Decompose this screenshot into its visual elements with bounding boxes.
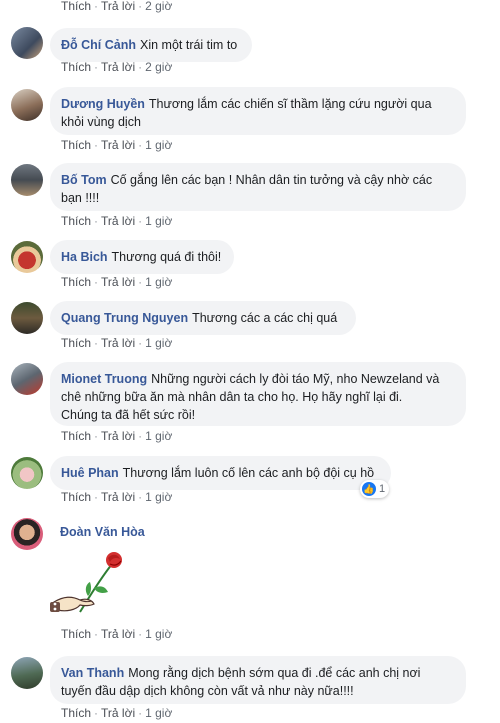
comment-time[interactable]: 1 giờ — [145, 336, 172, 350]
comment-time[interactable]: 1 giờ — [145, 627, 172, 641]
separator: · — [138, 490, 143, 504]
separator: · — [94, 138, 99, 152]
comment-author[interactable]: Đoàn Văn Hòa — [60, 525, 145, 539]
comment-author[interactable]: Ha Bich — [61, 250, 108, 264]
comment-text: Xin một trái tim to — [140, 38, 238, 52]
avatar[interactable] — [11, 241, 43, 273]
comment-bubble: Ha Bich Thương quá đi thôi! — [50, 240, 234, 274]
comment-actions: Thích · Trả lời · 1 giờ — [61, 213, 172, 229]
reply-link[interactable]: Trả lời — [101, 275, 135, 289]
separator: · — [94, 627, 99, 641]
like-link[interactable]: Thích — [61, 214, 91, 228]
separator: · — [138, 0, 143, 13]
comment-bubble: Huê Phan Thương lắm luôn cố lên các anh b… — [50, 456, 391, 490]
separator: · — [138, 627, 143, 641]
comment-text: Thương các a các chị quá — [192, 311, 338, 325]
separator: · — [138, 214, 143, 228]
comment-bubble: Mionet Truong Những người cách ly đòi táo… — [50, 362, 466, 426]
like-icon: 👍 — [362, 482, 376, 496]
comment-bubble: Đỗ Chí Cảnh Xin một trái tim to — [50, 28, 252, 62]
comment-text: Thương lắm luôn cố lên các anh bộ đội cụ… — [122, 466, 375, 480]
comment-bubble: Bố Tom Cố gắng lên các bạn ! Nhân dân tin… — [50, 163, 466, 211]
avatar[interactable] — [11, 302, 43, 334]
like-link[interactable]: Thích — [61, 336, 91, 350]
comment-author[interactable]: Huê Phan — [61, 466, 119, 480]
comment-time[interactable]: 2 giờ — [145, 0, 172, 13]
comment-time[interactable]: 1 giờ — [145, 214, 172, 228]
comment-actions: Thích · Trả lời · 1 giờ — [61, 626, 172, 642]
comment-bubble: Dương Huyền Thương lắm các chiến sĩ thầm … — [50, 87, 466, 135]
comment-author[interactable]: Mionet Truong — [61, 372, 147, 386]
like-link[interactable]: Thích — [61, 0, 91, 13]
reaction-count-badge[interactable]: 👍 1 — [360, 480, 390, 498]
comment-bubble: Van Thanh Mong rằng dịch bệnh sớm qua đi … — [50, 656, 466, 704]
separator: · — [94, 490, 99, 504]
reply-link[interactable]: Trả lời — [101, 627, 135, 641]
comment-time[interactable]: 1 giờ — [145, 706, 172, 720]
reply-link[interactable]: Trả lời — [101, 138, 135, 152]
comment-time[interactable]: 1 giờ — [145, 138, 172, 152]
avatar[interactable] — [11, 518, 43, 550]
comment-text: Cố gắng lên các bạn ! Nhân dân tin tưởng… — [61, 173, 433, 205]
avatar[interactable] — [11, 457, 43, 489]
rose-icon — [50, 552, 122, 613]
comment-actions: Thích · Trả lời · 2 giờ — [61, 59, 172, 75]
avatar[interactable] — [11, 363, 43, 395]
separator: · — [138, 275, 143, 289]
comment-author[interactable]: Đỗ Chí Cảnh — [61, 38, 136, 52]
comment-author[interactable]: Van Thanh — [61, 666, 124, 680]
comment-actions: Thích · Trả lời · 1 giờ — [61, 335, 172, 351]
hand-holding-rose-sticker — [50, 544, 130, 627]
separator: · — [94, 214, 99, 228]
like-link[interactable]: Thích — [61, 138, 91, 152]
avatar[interactable] — [11, 164, 43, 196]
comment-actions: Thích · Trả lời · 1 giờ — [61, 137, 172, 153]
like-link[interactable]: Thích — [61, 706, 91, 720]
like-link[interactable]: Thích — [61, 60, 91, 74]
comment-bubble: Quang Trung Nguyen Thương các a các chị q… — [50, 301, 356, 335]
avatar[interactable] — [11, 89, 43, 121]
reply-link[interactable]: Trả lời — [101, 0, 135, 13]
separator: · — [138, 336, 143, 350]
comment-actions: Thích · Trả lời · 1 giờ — [61, 428, 172, 444]
comment-author[interactable]: Dương Huyền — [61, 97, 145, 111]
like-link[interactable]: Thích — [61, 429, 91, 443]
like-link[interactable]: Thích — [61, 490, 91, 504]
separator: · — [94, 429, 99, 443]
comment-text: Thương quá đi thôi! — [111, 250, 222, 264]
separator: · — [94, 0, 99, 13]
separator: · — [94, 275, 99, 289]
separator: · — [138, 706, 143, 720]
comment-author[interactable]: Quang Trung Nguyen — [61, 311, 188, 325]
separator: · — [138, 60, 143, 74]
comment-author[interactable]: Bố Tom — [61, 173, 107, 187]
reply-link[interactable]: Trả lời — [101, 336, 135, 350]
comment-actions: Thích · Trả lời · 1 giờ — [61, 274, 172, 290]
reply-link[interactable]: Trả lời — [101, 706, 135, 720]
reply-link[interactable]: Trả lời — [101, 60, 135, 74]
reply-link[interactable]: Trả lời — [101, 214, 135, 228]
like-link[interactable]: Thích — [61, 275, 91, 289]
separator: · — [94, 706, 99, 720]
comment-time[interactable]: 1 giờ — [145, 429, 172, 443]
reaction-count: 1 — [379, 483, 386, 495]
comment-time[interactable]: 2 giờ — [145, 60, 172, 74]
like-link[interactable]: Thích — [61, 627, 91, 641]
reply-link[interactable]: Trả lời — [101, 429, 135, 443]
comment-time[interactable]: 1 giờ — [145, 275, 172, 289]
avatar[interactable] — [11, 657, 43, 689]
comment-actions: Thích · Trả lời · 1 giờ — [61, 705, 172, 721]
comment-actions: Thích · Trả lời · 1 giờ — [61, 489, 172, 505]
separator: · — [138, 138, 143, 152]
reply-link[interactable]: Trả lời — [101, 490, 135, 504]
avatar[interactable] — [11, 27, 43, 59]
separator: · — [94, 336, 99, 350]
comment-actions-top: Thích · Trả lời · 2 giờ — [61, 0, 172, 14]
separator: · — [94, 60, 99, 74]
comment-time[interactable]: 1 giờ — [145, 490, 172, 504]
separator: · — [138, 429, 143, 443]
